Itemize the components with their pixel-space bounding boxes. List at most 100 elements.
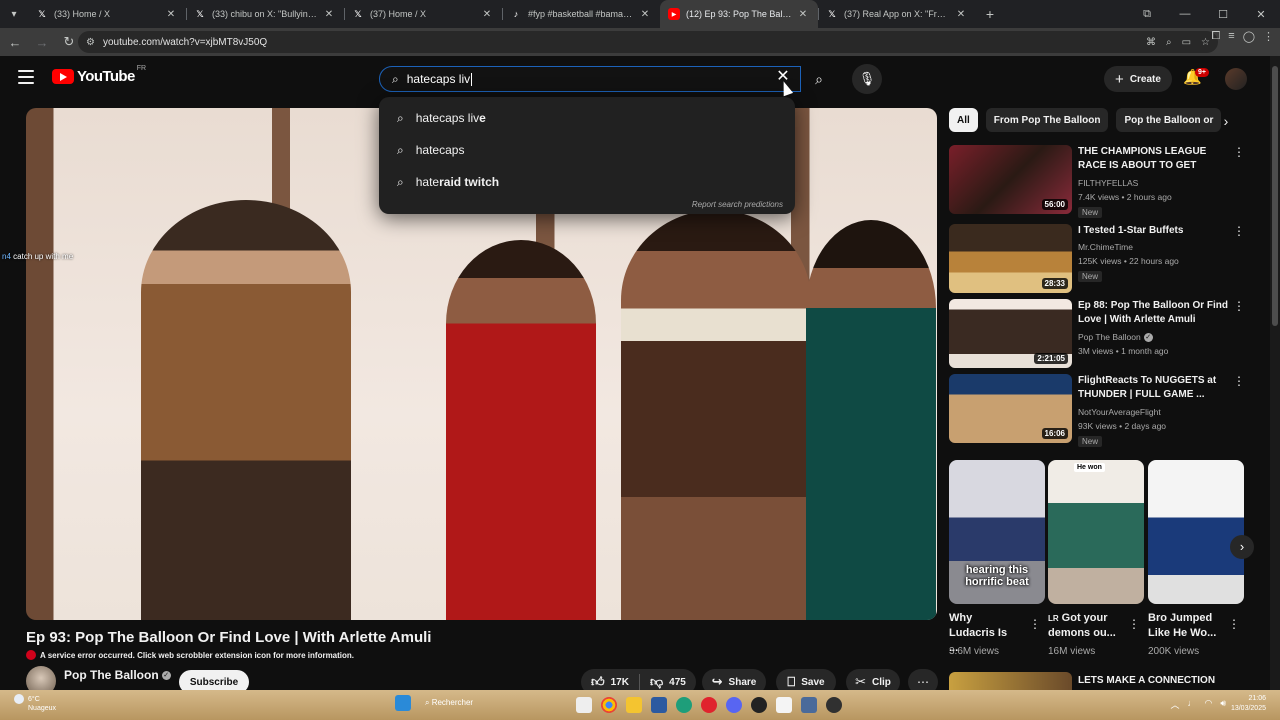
- video-thumbnail[interactable]: [949, 672, 1072, 690]
- url-text[interactable]: youtube.com/watch?v=xjbMT8vJ50Q: [103, 37, 267, 48]
- tab-search-icon[interactable]: ▾: [0, 0, 28, 28]
- browser-tab[interactable]: 𝕏 (33) Home / X ✕: [28, 0, 186, 28]
- short-title[interactable]: Bro Jumped Like He Wo...: [1148, 611, 1224, 641]
- chevron-right-icon[interactable]: ›: [1215, 110, 1237, 132]
- recommended-channel[interactable]: NotYourAverageFlight: [1078, 407, 1161, 417]
- translate-icon[interactable]: ⌘: [1146, 37, 1156, 48]
- short-title[interactable]: LR Got your demons ou...: [1048, 611, 1124, 641]
- search-suggestion[interactable]: ⌕ hatecaps liv e: [379, 103, 795, 133]
- site-info-icon[interactable]: ⚙: [86, 37, 95, 48]
- search-submit-icon[interactable]: ⌕: [801, 66, 837, 92]
- kebab-menu-icon[interactable]: ⋮: [1228, 617, 1240, 631]
- cast-icon[interactable]: ▭: [1182, 37, 1191, 48]
- short-thumbnail[interactable]: [1148, 460, 1244, 604]
- zoom-icon[interactable]: ⌕: [1166, 37, 1172, 48]
- recommended-channel[interactable]: FILTHYFELLAS: [1078, 178, 1138, 188]
- channel-name[interactable]: Pop The Balloon ✓: [64, 668, 171, 682]
- browser-tab[interactable]: 𝕏 (37) Real App on X: "From 83 to ✕: [818, 0, 976, 28]
- search-suggestion[interactable]: ⌕ hatecaps: [379, 135, 795, 165]
- tab-close-icon[interactable]: ✕: [164, 9, 178, 20]
- settings-icon[interactable]: [801, 697, 817, 713]
- chevron-right-icon[interactable]: ›: [1230, 535, 1254, 559]
- video-thumbnail[interactable]: 2:21:05: [949, 299, 1072, 368]
- short-thumbnail[interactable]: He won: [1048, 460, 1144, 604]
- microphone-icon[interactable]: ♩: [1187, 698, 1196, 711]
- taskbar-search[interactable]: ⌕ Rechercher: [425, 698, 473, 708]
- store-icon[interactable]: [651, 697, 667, 713]
- chrome-icon[interactable]: [601, 697, 617, 713]
- kebab-menu-icon[interactable]: ⋮: [1233, 224, 1245, 238]
- youtube-logo[interactable]: YouTube FR: [52, 65, 146, 85]
- create-button[interactable]: + Create: [1104, 66, 1172, 92]
- speaker-icon[interactable]: 🔊︎: [1220, 698, 1226, 711]
- video-thumbnail[interactable]: 28:33: [949, 224, 1072, 293]
- kebab-menu-icon[interactable]: ⋮: [1233, 145, 1245, 159]
- chevron-up-icon[interactable]: ︿: [1170, 698, 1179, 711]
- recommended-video[interactable]: 56:00 THE CHAMPIONS LEAGUE RACE IS ABOUT…: [949, 145, 1249, 218]
- page-scrollbar[interactable]: [1270, 56, 1280, 690]
- search-suggestion[interactable]: ⌕ hate raid twitch: [379, 167, 795, 197]
- chip-all[interactable]: All: [949, 108, 978, 132]
- media-control-icon[interactable]: ≡: [1228, 30, 1234, 43]
- tab-close-icon[interactable]: ✕: [322, 9, 336, 20]
- account-avatar[interactable]: [1225, 68, 1247, 90]
- kebab-menu-icon[interactable]: ⋮: [1233, 374, 1245, 388]
- kebab-menu-icon[interactable]: ⋮: [1233, 299, 1245, 313]
- chip-from-channel[interactable]: From Pop The Balloon: [985, 108, 1109, 132]
- kebab-menu-icon[interactable]: ⋮: [1128, 617, 1140, 631]
- recommended-video[interactable]: 2:21:05 Ep 88: Pop The Balloon Or Find L…: [949, 299, 1249, 369]
- recommended-title[interactable]: LETS MAKE A CONNECTION: [1078, 675, 1215, 686]
- tab-close-icon[interactable]: ✕: [638, 9, 652, 20]
- notepad-icon[interactable]: [776, 697, 792, 713]
- tab-close-icon[interactable]: ✕: [954, 9, 968, 20]
- opera-icon[interactable]: [701, 697, 717, 713]
- clock[interactable]: 21:06 13/03/2025: [1231, 694, 1266, 714]
- recommended-title[interactable]: THE CHAMPIONS LEAGUE RACE IS ABOUT TO GE…: [1078, 145, 1228, 173]
- browser-tab[interactable]: 𝕏 (37) Home / X ✕: [344, 0, 502, 28]
- chip-related[interactable]: Pop the Balloon or: [1116, 108, 1222, 132]
- weather-widget[interactable]: 6°C Nuageux: [14, 694, 56, 713]
- short-thumbnail[interactable]: hearing this horrific beat: [949, 460, 1045, 604]
- recommended-video[interactable]: 28:33 I Tested 1-Star Buffets Mr.ChimeTi…: [949, 224, 1249, 294]
- video-thumbnail[interactable]: 16:06: [949, 374, 1072, 443]
- wifi-icon[interactable]: ◠: [1204, 698, 1212, 711]
- browser-tab[interactable]: 𝕏 (33) chibu on X: "Bullying The B ✕: [186, 0, 344, 28]
- file-explorer-icon[interactable]: [626, 697, 642, 713]
- tab-close-icon[interactable]: ✕: [480, 9, 494, 20]
- maximize-icon[interactable]: ☐: [1204, 0, 1242, 28]
- browser-tab[interactable]: ♪ #fyp #basketball #bamadebayo ✕: [502, 0, 660, 28]
- search-input[interactable]: ⌕ hatecaps liv: [379, 66, 801, 92]
- app-icon[interactable]: [751, 697, 767, 713]
- discord-icon[interactable]: [726, 697, 742, 713]
- browser-tab-active[interactable]: ▶ (12) Ep 93: Pop The Balloon Or ✕: [660, 0, 818, 28]
- tab-close-icon[interactable]: ✕: [796, 9, 810, 20]
- report-predictions-link[interactable]: Report search predictions: [692, 200, 783, 209]
- microphone-icon[interactable]: 🎙: [852, 64, 882, 94]
- recommended-title[interactable]: I Tested 1-Star Buffets: [1078, 224, 1228, 238]
- close-window-icon[interactable]: ✕: [1242, 0, 1280, 28]
- back-arrow-icon[interactable]: ←: [3, 30, 27, 54]
- windows-start-icon[interactable]: [395, 695, 411, 711]
- kebab-menu-icon[interactable]: ⋮: [1029, 617, 1041, 631]
- recommended-channel[interactable]: Pop The Balloon ✓: [1078, 332, 1153, 343]
- edge-icon[interactable]: [676, 697, 692, 713]
- search-query-text[interactable]: hatecaps liv: [407, 72, 473, 87]
- browser-menu-icon[interactable]: ⋮: [1263, 30, 1274, 43]
- extensions-icon[interactable]: ⧠: [1211, 30, 1220, 43]
- menu-icon[interactable]: [18, 70, 34, 84]
- bookmark-star-icon[interactable]: ☆: [1201, 37, 1210, 48]
- recommended-video[interactable]: 16:06 FlightReacts To NUGGETS at THUNDER…: [949, 374, 1249, 447]
- recommended-title[interactable]: FlightReacts To NUGGETS at THUNDER | FUL…: [1078, 374, 1228, 402]
- recommended-channel[interactable]: Mr.ChimeTime: [1078, 242, 1133, 252]
- minimize-icon[interactable]: —: [1166, 0, 1204, 28]
- new-tab-icon[interactable]: +: [976, 0, 1004, 28]
- task-view-icon[interactable]: [576, 697, 592, 713]
- obs-icon[interactable]: [826, 697, 842, 713]
- scrollbar-thumb[interactable]: [1272, 66, 1278, 326]
- forward-arrow-icon[interactable]: →: [30, 30, 54, 54]
- video-thumbnail[interactable]: 56:00: [949, 145, 1072, 214]
- recommended-title[interactable]: Ep 88: Pop The Balloon Or Find Love | Wi…: [1078, 299, 1228, 327]
- extensions-pin-icon[interactable]: ⧉: [1128, 0, 1166, 28]
- profile-icon[interactable]: ◯: [1243, 30, 1255, 43]
- address-bar[interactable]: ⚙ youtube.com/watch?v=xjbMT8vJ50Q ⌘ ⌕ ▭ …: [78, 31, 1218, 53]
